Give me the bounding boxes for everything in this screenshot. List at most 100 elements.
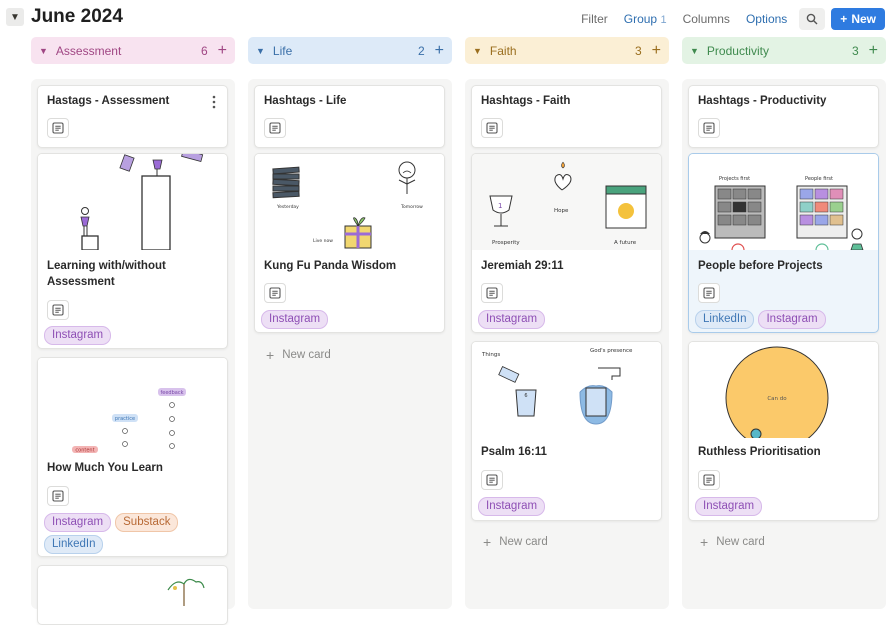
card-title: Psalm 16:11 (481, 446, 547, 458)
plus-icon: + (840, 12, 848, 26)
toolbar: ▼ June 2024 Filter Group 1 Columns Optio… (0, 0, 891, 36)
column-header-faith[interactable]: ▼ Faith 3 + (465, 37, 669, 64)
column-count: 3 (634, 43, 642, 58)
card[interactable]: Hastags - Assessment (37, 85, 228, 148)
add-card-plus-icon[interactable]: + (435, 42, 444, 59)
card[interactable]: Hashtags - Life (254, 85, 445, 148)
column-name: Productivity (706, 43, 769, 58)
card-title: Hashtags - Productivity (698, 95, 827, 107)
column-count: 2 (417, 43, 425, 58)
card-title: Hastags - Assessment (47, 95, 170, 107)
tag-instagram: Instagram (695, 497, 763, 516)
new-card-label: New card (499, 536, 548, 548)
plus-icon: + (483, 534, 492, 550)
image-label: Things (481, 352, 500, 358)
image-label: content (75, 448, 94, 454)
image-label: A future (614, 240, 637, 246)
new-card-button[interactable]: + New card (483, 534, 548, 550)
card-cover-image (38, 154, 227, 250)
page-title: June 2024 (31, 6, 123, 27)
page-icon (264, 283, 286, 303)
page-icon (481, 283, 503, 303)
tag-list: Instagram (255, 310, 334, 329)
card[interactable]: Learning with/without Assessment Instagr… (37, 153, 228, 349)
page-icon (47, 300, 69, 320)
page-icon (47, 486, 69, 506)
image-label: People first (805, 176, 833, 182)
column-faith: ▼ Faith 3 + Hashtags - Faith 1 Prosperit… (465, 37, 669, 609)
page-icon (47, 118, 69, 138)
column-body: Hashtags - Faith 1 Prosperity Hope A fut… (465, 79, 669, 609)
tag-instagram: Instagram (261, 310, 329, 329)
tag-list: Instagram Substack LinkedIn (38, 513, 227, 554)
column-count: 3 (851, 43, 859, 58)
card[interactable]: Yesterday Tomorrow Live now Kung Fu Pand… (254, 153, 445, 333)
filter-button[interactable]: Filter (573, 8, 616, 30)
card-cover-image: Yesterday Tomorrow Live now (255, 154, 444, 250)
card-title: Ruthless Prioritisation (698, 446, 821, 458)
image-label: Yesterday (276, 204, 299, 210)
column-header-life[interactable]: ▼ Life 2 + (248, 37, 452, 64)
column-header-productivity[interactable]: ▼ Productivity 3 + (682, 37, 886, 64)
plus-icon: + (700, 534, 709, 550)
plus-icon: + (266, 347, 275, 363)
image-label: Can do (767, 396, 787, 402)
tag-linkedin: LinkedIn (44, 535, 104, 554)
options-button[interactable]: Options (738, 8, 795, 30)
card[interactable]: feedback practice content How Much You L… (37, 357, 228, 557)
tag-instagram: Instagram (758, 310, 826, 329)
search-button[interactable] (799, 8, 826, 30)
column-header-assessment[interactable]: ▼ Assessment 6 + (31, 37, 235, 64)
card[interactable]: Projects first People first People befor… (688, 153, 879, 333)
card[interactable]: Hashtags - Productivity (688, 85, 879, 148)
card[interactable] (37, 565, 228, 625)
column-life: ▼ Life 2 + Hashtags - Life Yesterday Tom… (248, 37, 452, 609)
page-icon (698, 283, 720, 303)
group-button[interactable]: Group 1 (616, 8, 675, 31)
image-label: Hope (554, 208, 569, 214)
tag-list: Instagram (689, 497, 768, 516)
add-card-plus-icon[interactable]: + (652, 42, 661, 59)
column-name: Life (272, 43, 293, 58)
tag-list: LinkedIn Instagram (689, 310, 832, 329)
card-title: How Much You Learn (47, 462, 163, 474)
column-productivity: ▼ Productivity 3 + Hashtags - Productivi… (682, 37, 886, 609)
page-icon (264, 118, 286, 138)
group-label: Group (623, 11, 658, 26)
new-button[interactable]: + New (831, 8, 885, 30)
card[interactable]: Things 6 God's presence Psalm 16:11 Inst… (471, 341, 662, 521)
triangle-down-icon: ▼ (690, 45, 699, 56)
card-title: People before Projects (698, 260, 823, 272)
columns-button[interactable]: Columns (675, 8, 738, 30)
add-card-plus-icon[interactable]: + (869, 42, 878, 59)
collapse-toggle-button[interactable]: ▼ (6, 8, 24, 26)
tag-instagram: Instagram (44, 513, 112, 532)
more-options-icon[interactable] (212, 95, 216, 109)
new-card-button[interactable]: + New card (266, 347, 331, 363)
new-card-button[interactable]: + New card (700, 534, 765, 550)
add-card-plus-icon[interactable]: + (218, 42, 227, 59)
tag-list: Instagram (472, 497, 551, 516)
card-cover-image: 1 Prosperity Hope A future (472, 154, 661, 250)
page-icon (481, 470, 503, 490)
image-label: Tomorrow (400, 204, 423, 210)
group-count: 1 (660, 13, 667, 26)
card-title: Kung Fu Panda Wisdom (264, 260, 397, 272)
new-card-label: New card (282, 349, 331, 361)
view-actions: Filter Group 1 Columns Options + New (573, 8, 885, 30)
column-name: Faith (489, 43, 517, 58)
card[interactable]: Hashtags - Faith (471, 85, 662, 148)
image-label: Prosperity (492, 240, 520, 246)
image-label: Live now (313, 238, 333, 244)
card[interactable]: 1 Prosperity Hope A future Jeremiah 29:1… (471, 153, 662, 333)
card-cover-image: Things 6 God's presence (472, 342, 661, 438)
column-assessment: ▼ Assessment 6 + Hastags - Assessment Le… (31, 37, 235, 625)
card-cover-image (167, 578, 205, 606)
column-body: Hashtags - Productivity Projects first P… (682, 79, 886, 609)
card[interactable]: Can do Ruthless Prioritisation Instagram (688, 341, 879, 521)
card-cover-image: Projects first People first (689, 154, 878, 250)
card-title: Jeremiah 29:11 (481, 260, 564, 272)
triangle-down-icon: ▼ (10, 11, 20, 23)
svg-text:6: 6 (524, 393, 527, 399)
tag-list: Instagram (38, 326, 117, 345)
